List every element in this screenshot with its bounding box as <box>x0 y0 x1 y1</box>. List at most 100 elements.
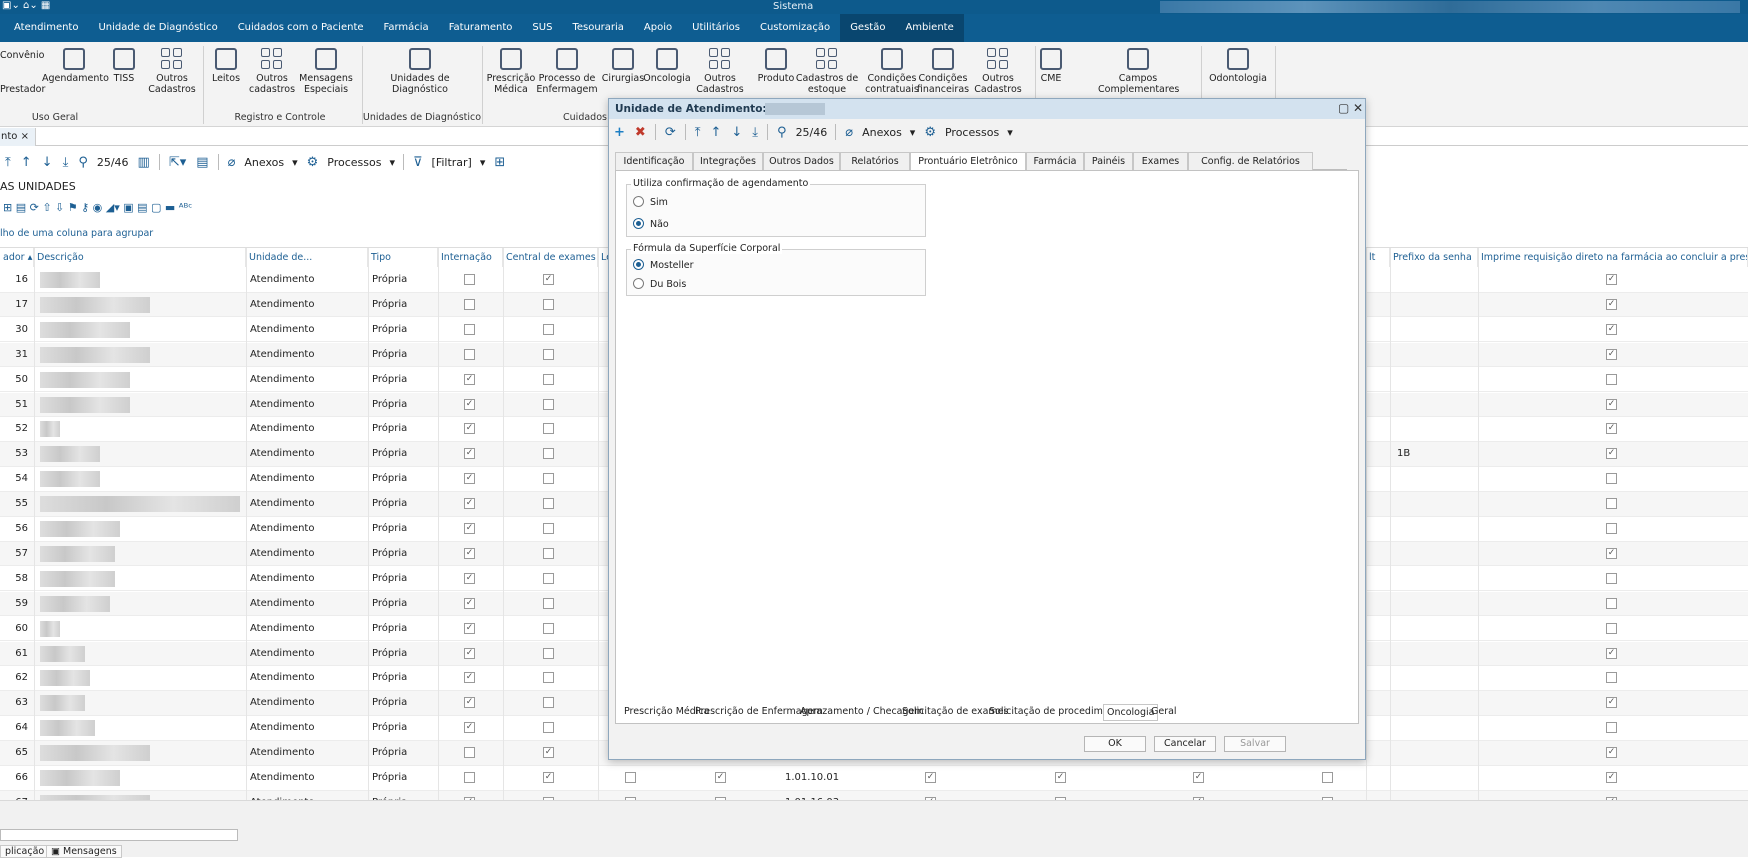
gear-icon[interactable]: ⚙ <box>924 125 936 140</box>
checkbox-central-exames[interactable] <box>543 298 554 310</box>
col-header-tipo[interactable]: Tipo <box>368 248 438 267</box>
ribbon-convenio[interactable]: Convênio <box>0 50 44 61</box>
ribbon-odontologia[interactable]: Odontologia <box>1206 42 1270 84</box>
checkbox-central-exames[interactable] <box>543 348 554 360</box>
tab-relatorios[interactable]: Relatórios <box>840 152 910 170</box>
col-header-descricao[interactable]: Descrição <box>34 248 246 267</box>
gear-icon[interactable]: ⚙ <box>307 155 319 170</box>
previous-record-icon[interactable]: ↑ <box>710 125 721 140</box>
checkbox-central-exames[interactable]: ✓ <box>543 274 554 285</box>
checkbox-internacao[interactable]: ✓ <box>464 398 475 410</box>
radio-circle-selected[interactable] <box>633 259 644 270</box>
checkbox-imprime[interactable]: ✓ <box>1606 398 1617 410</box>
cancel-button[interactable]: Cancelar <box>1154 736 1216 752</box>
dialog-anexos-menu[interactable]: Anexos <box>862 126 902 139</box>
checkbox-internacao[interactable]: ✓ <box>464 498 475 510</box>
dialog-processos-menu[interactable]: Processos <box>945 126 999 139</box>
checkbox-imprime[interactable] <box>1606 473 1617 485</box>
tab-exames[interactable]: Exames <box>1133 152 1188 170</box>
ok-button[interactable]: OK <box>1084 736 1146 752</box>
close-icon[interactable]: ✕ <box>1353 101 1363 115</box>
filter-icon[interactable]: ⊽ <box>413 155 423 170</box>
tab-prontuario-eletronico[interactable]: Prontuário Eletrônico <box>910 152 1026 171</box>
close-icon[interactable]: × <box>21 131 29 142</box>
ribbon-outros-cadastros-3[interactable]: Outros Cadastros <box>688 42 752 95</box>
menu-item-tesouraria[interactable]: Tesouraria <box>562 14 633 42</box>
checkbox-imprime[interactable] <box>1606 373 1617 385</box>
radio-circle[interactable] <box>633 278 644 289</box>
menu-item-utilit-rios[interactable]: Utilitários <box>682 14 750 42</box>
checkbox-internacao[interactable] <box>464 747 475 759</box>
checkbox-central-exames[interactable] <box>543 722 554 734</box>
tab-config-relatorios[interactable]: Config. de Relatórios <box>1188 152 1313 170</box>
attachment-icon[interactable]: ⌀ <box>228 155 236 170</box>
checkbox[interactable]: ✓ <box>1193 772 1204 783</box>
ribbon-prescricao-medica[interactable]: Prescrição Médica <box>479 42 543 95</box>
quick-access-icons[interactable]: ▣⌄ ⌂⌄ ▦ <box>0 0 50 11</box>
ribbon-cadastros-estoque[interactable]: Cadastros de estoque <box>795 42 859 95</box>
checkbox-internacao[interactable]: ✓ <box>464 697 475 709</box>
checkbox-internacao[interactable] <box>464 772 475 783</box>
tab-farmacia[interactable]: Farmácia <box>1026 152 1084 170</box>
checkbox-imprime[interactable]: ✓ <box>1606 697 1617 709</box>
checkbox-central-exames[interactable] <box>543 547 554 559</box>
checkbox-internacao[interactable]: ✓ <box>464 523 475 534</box>
checkbox[interactable] <box>625 772 636 783</box>
find-input[interactable] <box>0 829 238 841</box>
status-tab-mensagens[interactable]: ▣ Mensagens <box>46 845 122 858</box>
checkbox-imprime[interactable] <box>1606 498 1617 510</box>
menu-item-farm-cia[interactable]: Farmácia <box>374 14 439 42</box>
checkbox-central-exames[interactable]: ✓ <box>543 772 554 783</box>
next-record-icon[interactable]: ↓ <box>731 125 742 140</box>
col-header-imprime[interactable]: Imprime requisição direto na farmácia ao… <box>1478 248 1748 267</box>
checkbox-imprime[interactable] <box>1606 722 1617 734</box>
checkbox-internacao[interactable]: ✓ <box>464 473 475 485</box>
checkbox-central-exames[interactable] <box>543 323 554 335</box>
last-record-icon[interactable]: ⤓ <box>63 155 69 170</box>
checkbox-internacao[interactable]: ✓ <box>464 373 475 385</box>
checkbox-imprime[interactable]: ✓ <box>1606 274 1617 285</box>
checkbox-imprime[interactable] <box>1606 572 1617 584</box>
delete-icon[interactable]: ✖ <box>635 125 646 140</box>
anexos-menu[interactable]: Anexos <box>244 156 284 169</box>
checkbox-central-exames[interactable] <box>543 622 554 634</box>
checkbox-central-exames[interactable] <box>543 523 554 534</box>
checkbox-imprime[interactable] <box>1606 622 1617 634</box>
add-icon[interactable]: + <box>614 125 625 140</box>
checkbox-central-exames[interactable] <box>543 448 554 460</box>
first-record-icon[interactable]: ⤒ <box>5 155 11 170</box>
menu-item-customiza-o[interactable]: Customização <box>750 14 840 42</box>
menu-item-gest-o[interactable]: Gestão <box>840 14 896 42</box>
menu-item-faturamento[interactable]: Faturamento <box>439 14 523 42</box>
attachment-icon[interactable]: ⌀ <box>845 125 853 140</box>
checkbox-internacao[interactable]: ✓ <box>464 622 475 634</box>
ribbon-prestador[interactable]: Prestador <box>0 84 45 95</box>
ribbon-processo-enfermagem[interactable]: Processo de Enfermagem <box>535 42 599 95</box>
export-icon[interactable]: ⇱▾ <box>169 155 186 170</box>
ribbon-cme[interactable]: CME <box>1019 42 1083 84</box>
doc-tab-unidades[interactable]: nto × <box>0 128 36 146</box>
checkbox-internacao[interactable]: ✓ <box>464 572 475 584</box>
checkbox-imprime[interactable] <box>1606 672 1617 684</box>
radio-nao[interactable]: Não <box>633 218 669 230</box>
ribbon-mensagens-especiais[interactable]: Mensagens Especiais <box>294 42 358 95</box>
menu-item-ambiente[interactable]: Ambiente <box>895 14 964 42</box>
maximize-icon[interactable]: ▢ <box>1338 101 1349 115</box>
checkbox-central-exames[interactable]: ✓ <box>543 747 554 759</box>
checkbox-internacao[interactable]: ✓ <box>464 448 475 460</box>
checkbox-internacao[interactable]: ✓ <box>464 423 475 435</box>
checkbox-internacao[interactable]: ✓ <box>464 647 475 659</box>
checkbox-imprime[interactable]: ✓ <box>1606 298 1617 310</box>
refresh-icon[interactable]: ⟳ <box>665 125 676 140</box>
checkbox-imprime[interactable]: ✓ <box>1606 647 1617 659</box>
checkbox-internacao[interactable]: ✓ <box>464 672 475 684</box>
next-record-icon[interactable]: ↓ <box>42 155 53 170</box>
checkbox[interactable]: ✓ <box>715 772 726 783</box>
checkbox-internacao[interactable]: ✓ <box>464 722 475 734</box>
checkbox[interactable]: ✓ <box>1055 772 1066 783</box>
ribbon-campos-complementares[interactable]: Campos Complementares <box>1098 42 1179 95</box>
checkbox-imprime[interactable] <box>1606 597 1617 609</box>
binoculars-icon[interactable]: ⊞ <box>494 155 505 170</box>
radio-du-bois[interactable]: Du Bois <box>633 278 686 290</box>
checkbox[interactable]: ✓ <box>925 772 936 783</box>
